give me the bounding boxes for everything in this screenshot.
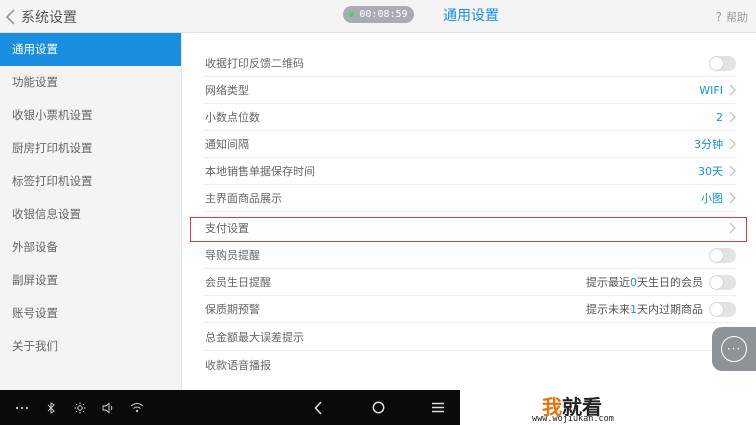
setting-label: 收款语音播报	[205, 358, 271, 372]
setting-max-error[interactable]: 总金额最大误差提示	[205, 324, 736, 351]
birthday-toggle[interactable]	[709, 274, 736, 290]
sidebar-item-label-printer[interactable]: 标签打印机设置	[0, 165, 181, 198]
more-floating-button[interactable]: ···	[712, 327, 756, 371]
chevron-right-icon	[729, 192, 736, 204]
sidebar-item-kitchen-printer[interactable]: 厨房打印机设置	[0, 132, 181, 165]
nav-home-button[interactable]	[366, 390, 390, 425]
volume-icon[interactable]	[100, 390, 116, 425]
setting-label: 收据打印反馈二维码	[205, 57, 304, 70]
wifi-icon[interactable]	[128, 390, 146, 425]
sidebar-item-account[interactable]: 账号设置	[0, 297, 181, 330]
system-nav-bar	[0, 390, 460, 425]
back-button[interactable]: 系统设置	[4, 0, 77, 33]
chevron-right-icon	[729, 165, 736, 177]
setting-guide-reminder[interactable]: 导购员提醒	[205, 242, 736, 269]
setting-label: 保质期预警	[205, 303, 260, 316]
setting-receipt-qr[interactable]: 收据打印反馈二维码	[205, 50, 736, 77]
chevron-right-icon	[729, 222, 736, 234]
setting-member-birthday[interactable]: 会员生日提醒 提示最近0天生日的会员	[205, 269, 736, 296]
birthday-hint: 提示最近0天生日的会员	[586, 276, 703, 289]
setting-notify-interval[interactable]: 通知间隔 3分钟	[205, 131, 736, 158]
brightness-icon[interactable]	[72, 390, 88, 425]
setting-label: 通知间隔	[205, 138, 249, 151]
birthday-days: 0	[630, 276, 637, 289]
setting-label: 本地销售单据保存时间	[205, 165, 315, 178]
setting-value: 3分钟	[694, 138, 723, 151]
setting-payment[interactable]: 支付设置	[205, 215, 736, 242]
more-icon: ···	[721, 336, 747, 362]
watermark: 我就看 www.wojiukan.com	[460, 390, 756, 425]
help-label: 帮助	[726, 10, 748, 24]
sidebar-item-receipt-printer[interactable]: 收银小票机设置	[0, 99, 181, 132]
setting-value: WIFI	[699, 83, 723, 97]
chevron-right-icon	[729, 138, 736, 150]
setting-label: 支付设置	[205, 222, 249, 235]
setting-main-display[interactable]: 主界面商品展示 小图	[205, 185, 736, 212]
chevron-right-icon	[729, 111, 736, 123]
sidebar-item-functions[interactable]: 功能设置	[0, 66, 181, 99]
settings-panel: 收据打印反馈二维码 网络类型 WIFI 小数点位数 2 通知间隔 3分钟 本地销…	[183, 33, 756, 390]
chevron-right-icon	[729, 84, 736, 96]
setting-local-save-time[interactable]: 本地销售单据保存时间 30天	[205, 158, 736, 185]
setting-label: 会员生日提醒	[205, 276, 271, 289]
setting-label: 小数点位数	[205, 111, 260, 124]
setting-value: 2	[716, 110, 723, 124]
sidebar-item-about[interactable]: 关于我们	[0, 330, 181, 363]
chevron-left-icon	[5, 8, 15, 25]
setting-voice-broadcast[interactable]: 收款语音播报	[205, 351, 736, 378]
expiry-toggle[interactable]	[709, 301, 736, 317]
setting-value: 30天	[698, 165, 723, 178]
recording-dot-icon	[349, 12, 355, 17]
timer-text: 00:08:59	[359, 9, 408, 20]
sidebar: 通用设置 功能设置 收银小票机设置 厨房打印机设置 标签打印机设置 收银信息设置…	[0, 33, 182, 390]
setting-label: 总金额最大误差提示	[205, 331, 304, 344]
watermark-url: www.wojiukan.com	[532, 414, 614, 424]
expiry-hint: 提示未来1天内过期商品	[586, 303, 703, 316]
setting-label: 导购员提醒	[205, 249, 260, 262]
top-bar: 系统设置 00:08:59 通用设置 ? 帮助	[0, 0, 756, 33]
setting-label: 主界面商品展示	[205, 192, 282, 205]
help-button[interactable]: ? 帮助	[716, 0, 748, 33]
setting-label: 网络类型	[205, 84, 249, 97]
sidebar-item-general[interactable]: 通用设置	[0, 33, 181, 66]
sidebar-item-external-devices[interactable]: 外部设备	[0, 231, 181, 264]
setting-network-type[interactable]: 网络类型 WIFI	[205, 77, 736, 104]
guide-reminder-toggle[interactable]	[709, 247, 736, 263]
back-title: 系统设置	[21, 9, 77, 26]
nav-back-button[interactable]	[308, 390, 328, 425]
receipt-qr-toggle[interactable]	[709, 55, 736, 71]
session-timer: 00:08:59	[343, 6, 414, 23]
setting-value: 小图	[701, 192, 723, 205]
setting-decimal-places[interactable]: 小数点位数 2	[205, 104, 736, 131]
more-dots-icon[interactable]	[12, 390, 32, 425]
expiry-days: 1	[630, 303, 637, 316]
sidebar-item-cashier-info[interactable]: 收银信息设置	[0, 198, 181, 231]
bluetooth-icon[interactable]	[44, 390, 58, 425]
setting-expiry-warning[interactable]: 保质期预警 提示未来1天内过期商品	[205, 296, 736, 323]
page-title: 通用设置	[443, 8, 499, 24]
sidebar-item-secondary-screen[interactable]: 副屏设置	[0, 264, 181, 297]
nav-menu-button[interactable]	[428, 390, 448, 425]
question-icon: ?	[715, 9, 722, 24]
